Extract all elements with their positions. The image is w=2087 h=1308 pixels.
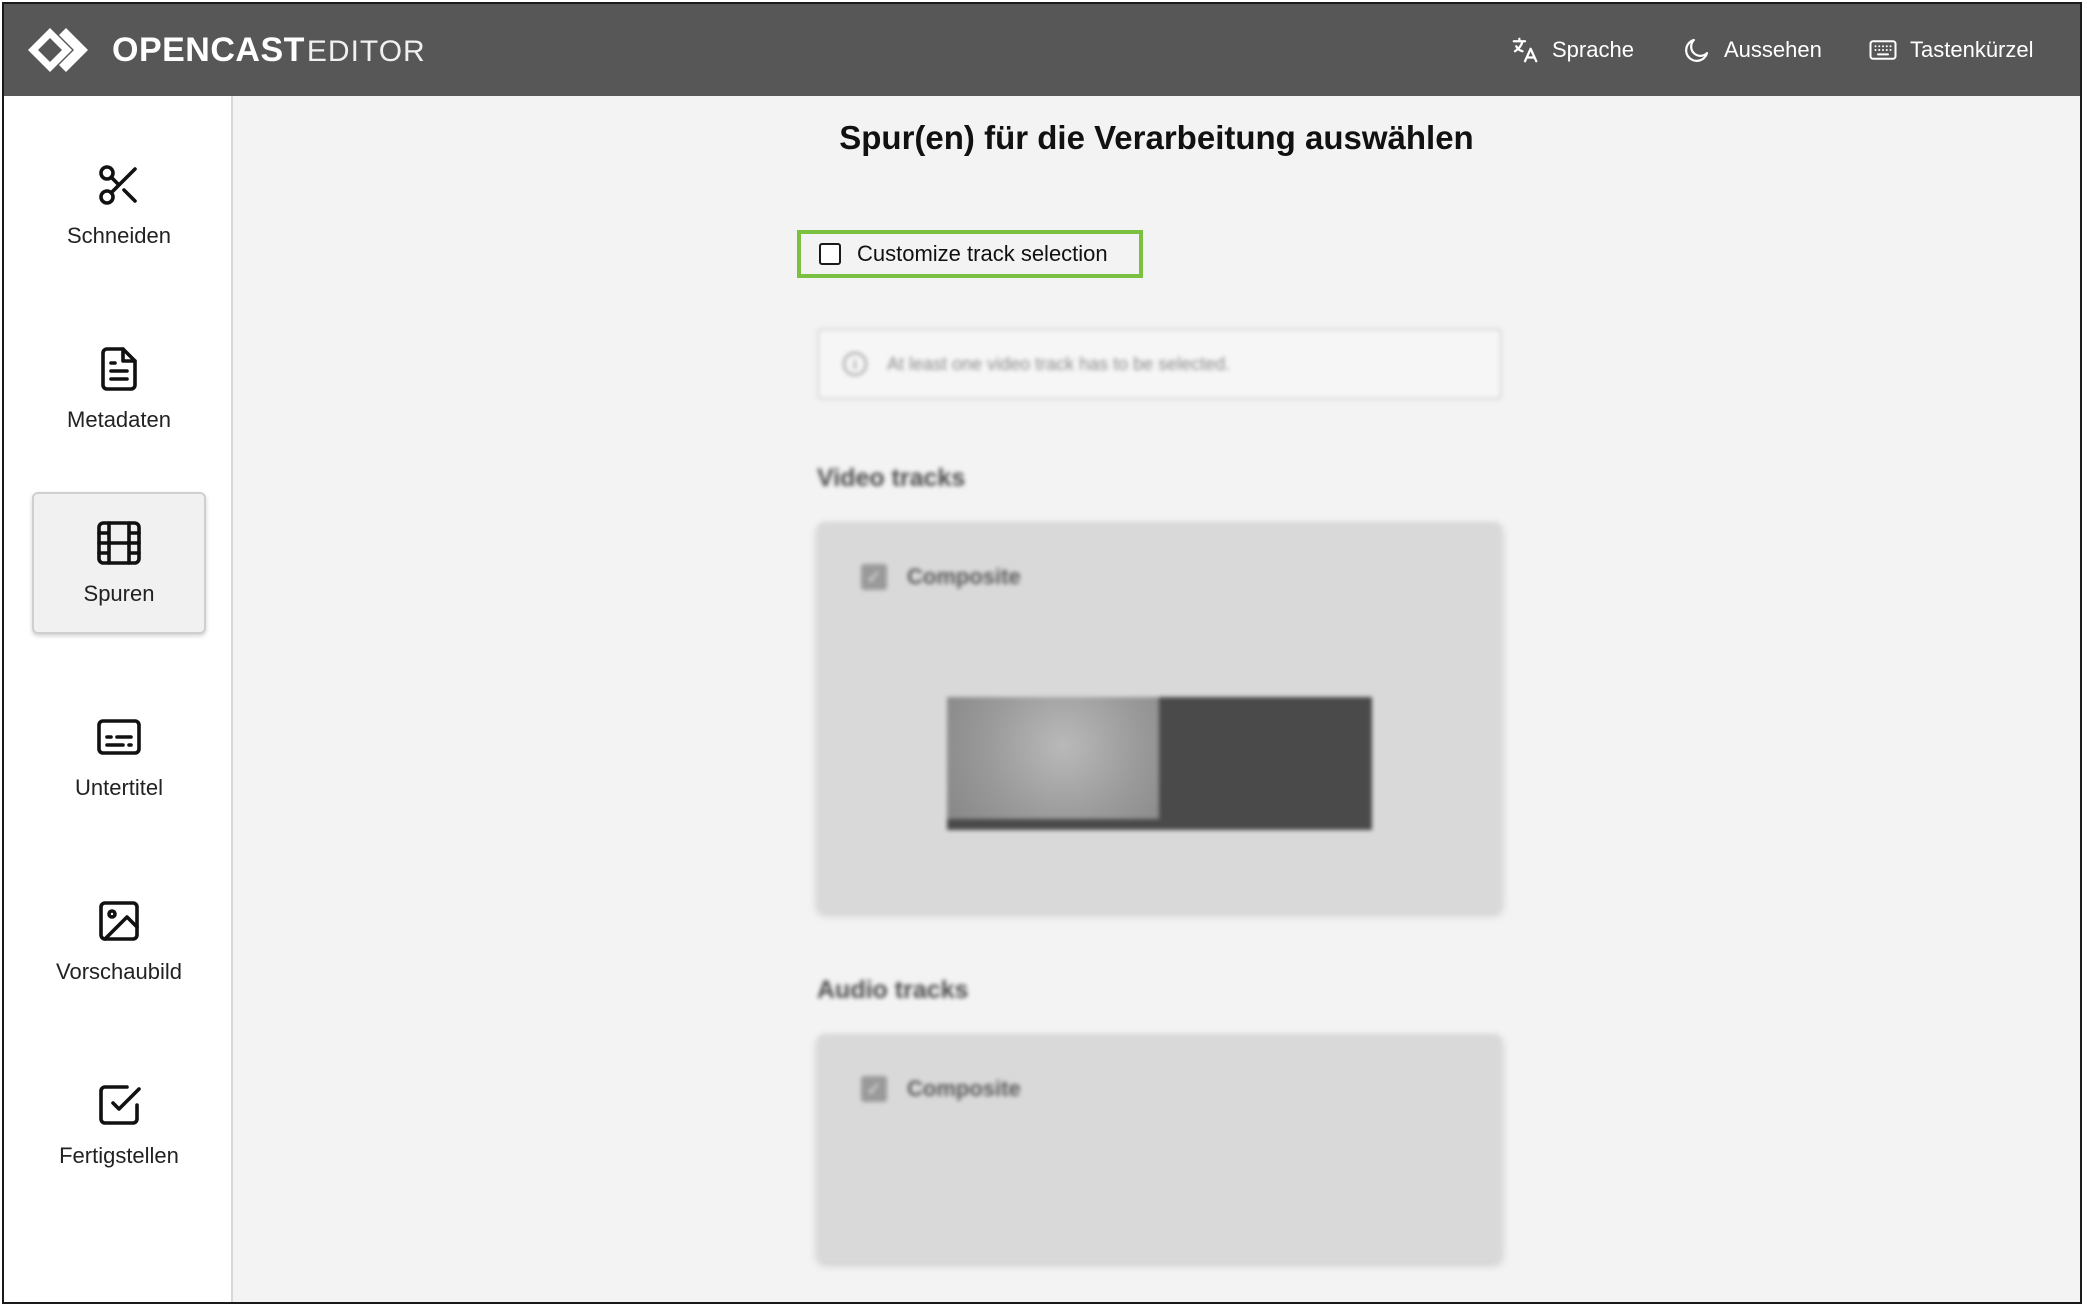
moon-icon <box>1685 38 1709 62</box>
language-button[interactable]: Sprache <box>1510 24 1634 76</box>
sidebar-item-spuren[interactable]: Spuren <box>32 492 206 634</box>
sidebar-item-label: Vorschaubild <box>56 959 182 984</box>
sidebar-item-untertitel[interactable]: Untertitel <box>32 686 206 828</box>
video-track-card: ✓ Composite <box>817 522 1502 912</box>
film-icon <box>97 521 141 565</box>
audio-track-card: ✓ Composite <box>817 1034 1502 1262</box>
info-icon: i <box>843 352 867 376</box>
sidebar: Schneiden Metadaten Spuren Untertitel Vo… <box>4 96 233 1302</box>
video-preview-thumbnail <box>947 697 1372 830</box>
audio-track-checkbox[interactable]: ✓ <box>861 1076 887 1102</box>
sidebar-item-label: Fertigstellen <box>59 1143 179 1168</box>
image-icon <box>99 901 139 941</box>
video-preview-left-frame <box>947 697 1159 819</box>
video-tracks-heading: Video tracks <box>817 464 966 492</box>
sidebar-item-fertigstellen[interactable]: Fertigstellen <box>32 1054 206 1196</box>
appearance-label: Aussehen <box>1724 37 1822 62</box>
logo-text-light: EDITOR <box>306 34 426 68</box>
sidebar-item-label: Untertitel <box>74 775 164 800</box>
customize-checkbox[interactable] <box>819 243 841 265</box>
appearance-button[interactable]: Aussehen <box>1682 24 1822 76</box>
sidebar-item-label: Metadaten <box>67 407 171 432</box>
opencast-logo: OPENCAST EDITOR <box>28 24 426 76</box>
info-text: At least one video track has to be selec… <box>887 353 1231 374</box>
blurred-track-area: i At least one video track has to be sel… <box>233 96 2080 1302</box>
checkbox-icon <box>99 1085 141 1125</box>
video-track-label: Composite <box>907 564 1021 589</box>
customize-label: Customize track selection <box>857 241 1108 266</box>
audio-track-label: Composite <box>907 1076 1021 1101</box>
logo-text-bold: OPENCAST <box>112 30 305 69</box>
shortcuts-button[interactable]: Tastenkürzel <box>1868 24 2034 76</box>
app-window: OPENCAST EDITOR Sprache Aussehen Tastenk… <box>2 2 2082 1304</box>
keyboard-icon <box>1869 40 1897 60</box>
info-message: i At least one video track has to be sel… <box>817 328 1502 400</box>
audio-tracks-heading: Audio tracks <box>817 976 969 1004</box>
document-icon <box>101 347 137 391</box>
customize-track-selection[interactable]: Customize track selection <box>797 230 1143 278</box>
sidebar-item-label: Spuren <box>83 581 155 606</box>
video-track-checkbox[interactable]: ✓ <box>861 564 887 590</box>
language-label: Sprache <box>1552 37 1634 62</box>
opencast-logo-icon <box>28 28 88 72</box>
sidebar-item-metadaten[interactable]: Metadaten <box>32 318 206 460</box>
main-content: Spur(en) für die Verarbeitung auswählen … <box>233 96 2080 1302</box>
shortcuts-label: Tastenkürzel <box>1910 37 2034 62</box>
sidebar-item-label: Schneiden <box>67 223 171 248</box>
scissors-icon <box>99 165 137 205</box>
subtitles-icon <box>97 719 141 755</box>
sidebar-item-schneiden[interactable]: Schneiden <box>32 134 206 276</box>
translate-icon <box>1512 37 1538 63</box>
top-bar: OPENCAST EDITOR Sprache Aussehen Tastenk… <box>4 4 2080 96</box>
sidebar-item-vorschaubild[interactable]: Vorschaubild <box>32 870 206 1012</box>
